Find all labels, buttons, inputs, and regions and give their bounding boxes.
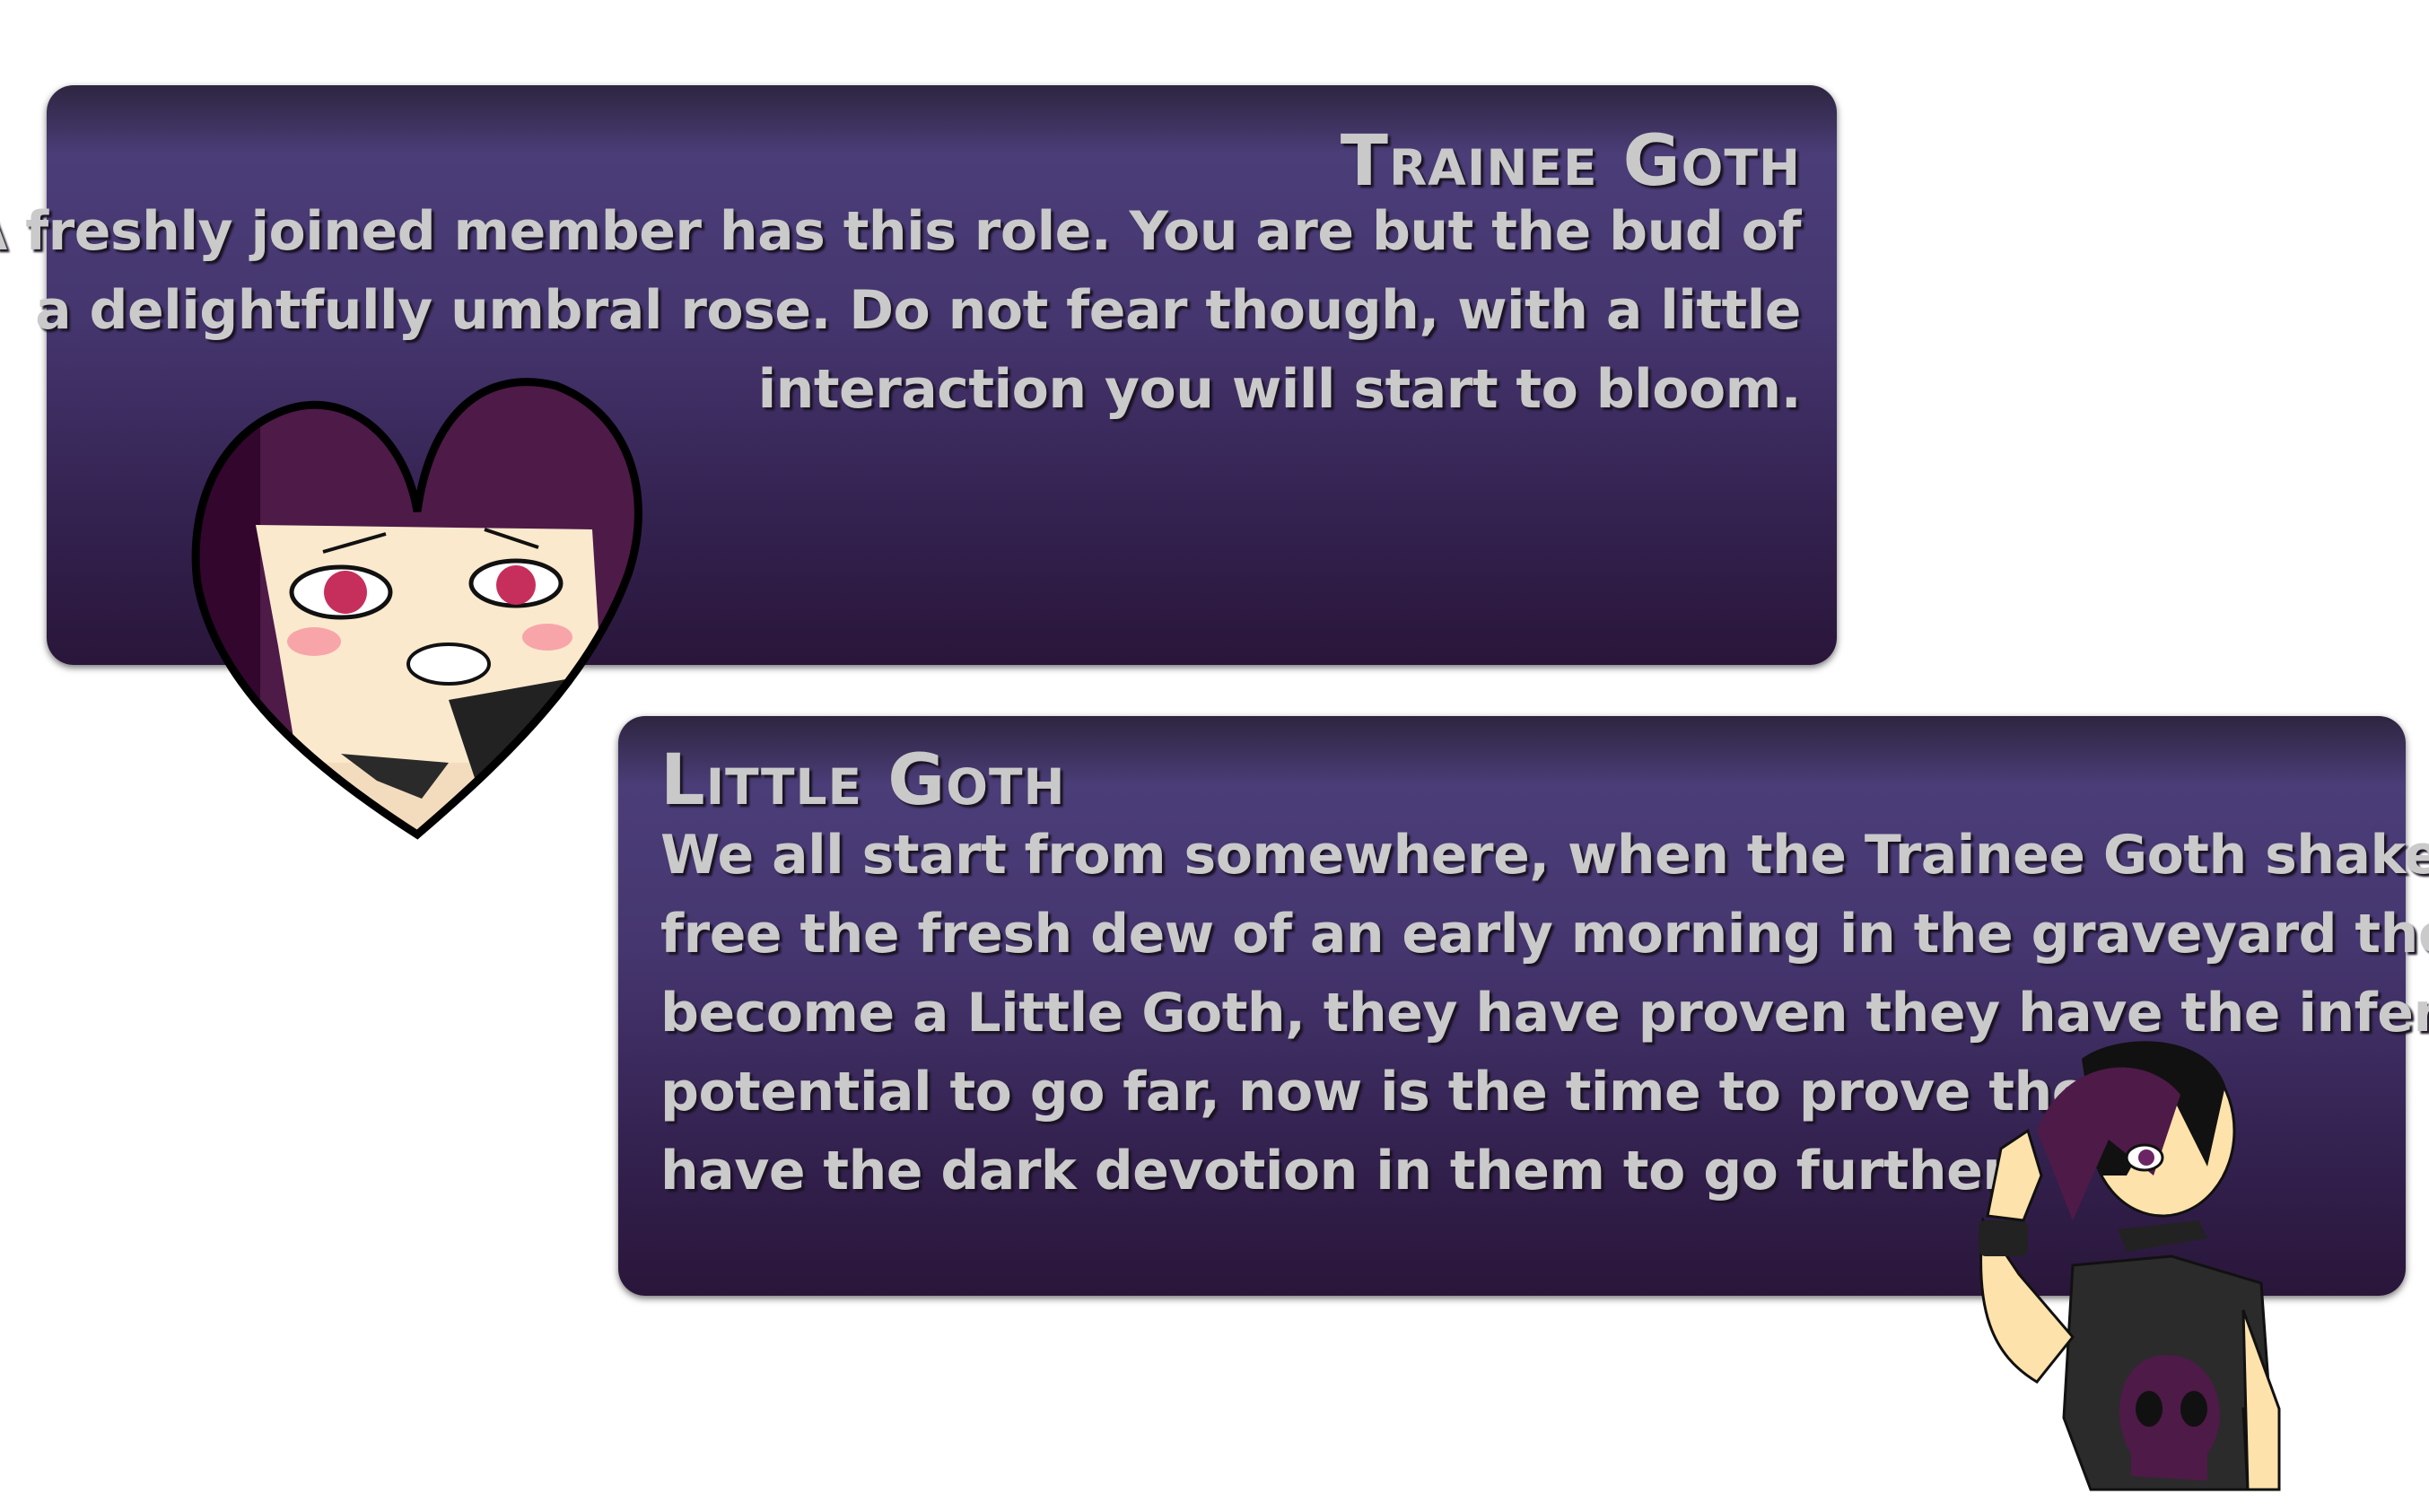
role-description-line: a delightfully umbral rose. Do not fear … [35, 279, 1801, 342]
role-description-line: potential to go far, now is the time to … [660, 1061, 2123, 1123]
role-description-line: free the fresh dew of an early morning i… [660, 903, 2429, 966]
role-description-line: become a Little Goth, they have proven t… [660, 982, 2429, 1044]
role-description-line: A freshly joined member has this role. Y… [0, 200, 1802, 263]
role-title: Trainee Goth [1340, 121, 1801, 202]
goth-boy-illustration [1979, 1041, 2281, 1491]
role-title: Little Goth [660, 740, 1066, 821]
heart-girl-illustration [191, 378, 642, 840]
role-description-line: We all start from somewhere, when the Tr… [660, 824, 2429, 887]
role-description-line: interaction you will start to bloom. [757, 358, 1802, 421]
role-description-line: have the dark devotion in them to go fur… [660, 1140, 2022, 1202]
